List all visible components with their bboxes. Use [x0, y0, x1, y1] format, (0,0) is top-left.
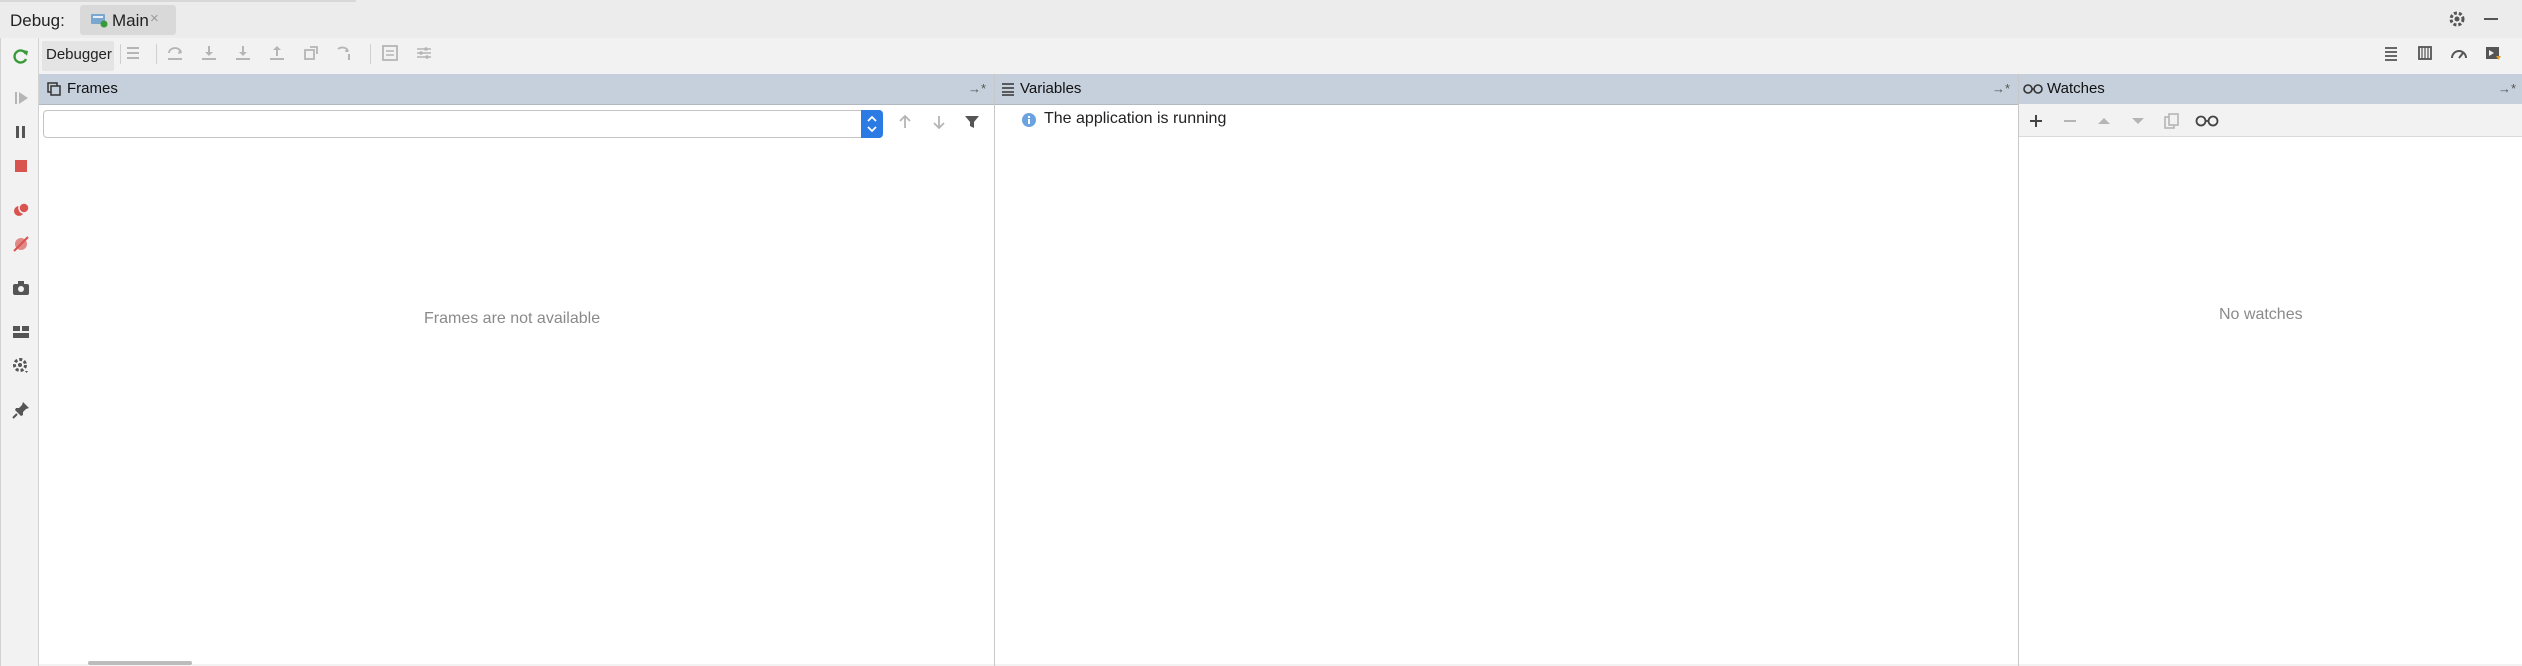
view-breakpoints-icon[interactable]	[11, 200, 31, 220]
info-icon	[1021, 112, 1037, 128]
left-border	[0, 38, 1, 666]
frames-icon	[47, 82, 61, 96]
step-into-icon[interactable]	[200, 44, 218, 62]
thread-select[interactable]	[43, 110, 883, 138]
variables-panel: Variables →* The application is running	[995, 74, 2018, 664]
status-message: The application is running	[1044, 110, 1227, 127]
layout-icon[interactable]	[11, 322, 31, 342]
drop-frame-icon[interactable]	[302, 44, 320, 62]
frames-panel: Frames →* Frames are not available	[39, 74, 994, 664]
debugger-toolbar	[39, 38, 2522, 75]
pause-icon[interactable]	[11, 122, 31, 142]
minimize-icon[interactable]	[2484, 18, 2498, 20]
close-icon[interactable]: ×	[150, 10, 159, 27]
mute-breakpoints-icon[interactable]	[11, 234, 31, 254]
run-to-cursor-icon[interactable]	[336, 44, 354, 62]
remove-icon[interactable]	[2061, 112, 2079, 130]
watches-toolbar	[2019, 104, 2522, 137]
stop-icon[interactable]	[11, 156, 31, 176]
pin-icon[interactable]	[11, 400, 31, 420]
watches-header: Watches →*	[2019, 74, 2522, 105]
watches-panel: Watches →* No watches	[2019, 74, 2522, 664]
glasses-icon[interactable]	[2195, 112, 2219, 130]
list-icon[interactable]	[2382, 44, 2400, 62]
debug-label: Debug:	[10, 11, 65, 30]
arrow-down-icon[interactable]	[931, 114, 947, 130]
frames-header: Frames →*	[39, 74, 994, 105]
pin-icon[interactable]: →*	[968, 81, 986, 96]
toolbar-separator	[120, 44, 121, 64]
restore-layout-icon[interactable]	[2484, 44, 2502, 62]
rerun-icon[interactable]	[11, 46, 31, 66]
move-down-icon[interactable]	[2129, 112, 2147, 130]
show-execution-point-icon[interactable]	[124, 44, 142, 62]
watches-empty-text: No watches	[2219, 306, 2303, 323]
tab-debugger-label: Debugger	[46, 46, 112, 63]
evaluate-expression-icon[interactable]	[381, 44, 399, 62]
chevron-updown-icon[interactable]	[861, 110, 883, 138]
force-step-into-icon[interactable]	[234, 44, 252, 62]
trace-icon[interactable]	[415, 44, 433, 62]
step-out-icon[interactable]	[268, 44, 286, 62]
debug-tool-window-header	[0, 0, 2522, 39]
resume-icon[interactable]	[11, 88, 31, 108]
move-up-icon[interactable]	[2095, 112, 2113, 130]
overhead-icon[interactable]	[2450, 44, 2468, 62]
left-toolbar	[0, 38, 39, 666]
pin-icon[interactable]: →*	[2498, 81, 2516, 96]
glasses-icon	[2023, 82, 2043, 96]
arrow-up-icon[interactable]	[897, 114, 913, 130]
step-over-icon[interactable]	[166, 44, 184, 62]
top-rule	[0, 0, 356, 2]
pin-icon[interactable]: →*	[1992, 81, 2010, 96]
run-config-icon	[90, 12, 108, 28]
variables-title: Variables	[1020, 80, 1082, 97]
gear-icon[interactable]	[2448, 10, 2466, 28]
frames-title: Frames	[67, 80, 118, 97]
settings-icon[interactable]	[11, 356, 31, 376]
memory-icon[interactable]	[2416, 44, 2434, 62]
horizontal-scrollbar[interactable]	[88, 661, 192, 665]
add-icon[interactable]	[2027, 112, 2045, 130]
frames-empty-text: Frames are not available	[424, 310, 601, 327]
toolbar-separator	[370, 44, 371, 64]
filter-icon[interactable]	[964, 114, 980, 130]
tab-main-label: Main	[112, 11, 149, 30]
watches-title: Watches	[2047, 80, 2105, 97]
camera-icon[interactable]	[11, 278, 31, 298]
copy-icon[interactable]	[2163, 112, 2181, 130]
toolbar-separator	[156, 44, 157, 64]
list-icon	[1001, 82, 1015, 96]
variables-header: Variables →*	[995, 74, 2018, 105]
